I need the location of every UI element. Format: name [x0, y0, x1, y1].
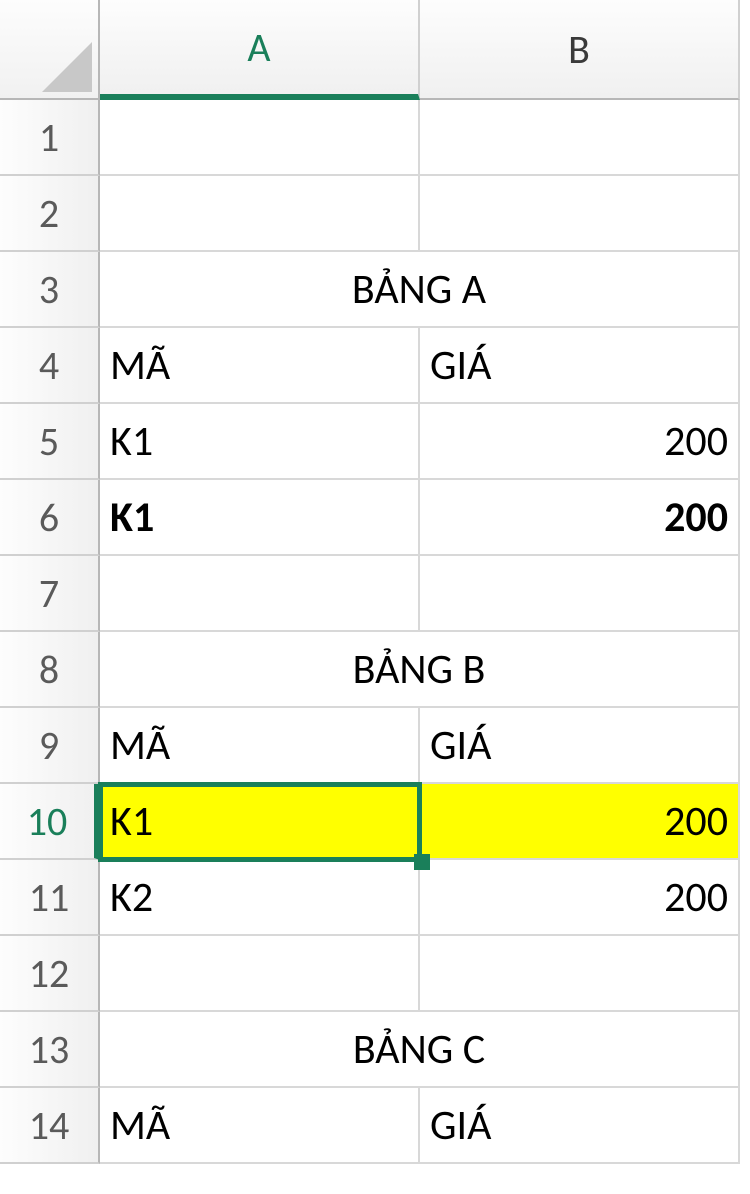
cell-a1[interactable] [100, 100, 420, 176]
cell-a8b8-merged[interactable]: BẢNG B [100, 632, 740, 708]
cell-a11[interactable]: K2 [100, 860, 420, 936]
cell-a12[interactable] [100, 936, 420, 1012]
row-header-13[interactable]: 13 [0, 1012, 100, 1088]
cell-b6[interactable]: 200 [420, 480, 740, 556]
row-header-8[interactable]: 8 [0, 632, 100, 708]
row-header-9[interactable]: 9 [0, 708, 100, 784]
cell-a5[interactable]: K1 [100, 404, 420, 480]
row-header-10[interactable]: 10 [0, 784, 100, 860]
row-header-11[interactable]: 11 [0, 860, 100, 936]
row-header-14[interactable]: 14 [0, 1088, 100, 1164]
cell-a14[interactable]: MÃ [100, 1088, 420, 1164]
cell-a10[interactable]: K1 [100, 784, 420, 860]
row-header-7[interactable]: 7 [0, 556, 100, 632]
cell-a3b3-merged[interactable]: BẢNG A [100, 252, 740, 328]
column-header-b[interactable]: B [420, 0, 740, 100]
row-header-2[interactable]: 2 [0, 176, 100, 252]
row-header-6[interactable]: 6 [0, 480, 100, 556]
cell-b9[interactable]: GIÁ [420, 708, 740, 784]
column-header-a[interactable]: A [100, 0, 420, 100]
cell-b11[interactable]: 200 [420, 860, 740, 936]
cell-a6[interactable]: K1 [100, 480, 420, 556]
cell-a13b13-merged[interactable]: BẢNG C [100, 1012, 740, 1088]
select-all-corner[interactable] [0, 0, 100, 100]
cell-a2[interactable] [100, 176, 420, 252]
row-header-4[interactable]: 4 [0, 328, 100, 404]
cell-b7[interactable] [420, 556, 740, 632]
cell-b1[interactable] [420, 100, 740, 176]
cell-a4[interactable]: MÃ [100, 328, 420, 404]
row-header-12[interactable]: 12 [0, 936, 100, 1012]
cell-b4[interactable]: GIÁ [420, 328, 740, 404]
cell-a9[interactable]: MÃ [100, 708, 420, 784]
cell-b12[interactable] [420, 936, 740, 1012]
row-header-5[interactable]: 5 [0, 404, 100, 480]
row-header-1[interactable]: 1 [0, 100, 100, 176]
cell-b14[interactable]: GIÁ [420, 1088, 740, 1164]
cell-b2[interactable] [420, 176, 740, 252]
cell-b10[interactable]: 200 [420, 784, 740, 860]
spreadsheet-viewport: A B 1 2 3 BẢNG A 4 MÃ GIÁ 5 K1 200 6 K1 … [0, 0, 750, 1194]
right-edge-fade [740, 0, 750, 1194]
cell-a7[interactable] [100, 556, 420, 632]
row-header-3[interactable]: 3 [0, 252, 100, 328]
cell-b5[interactable]: 200 [420, 404, 740, 480]
